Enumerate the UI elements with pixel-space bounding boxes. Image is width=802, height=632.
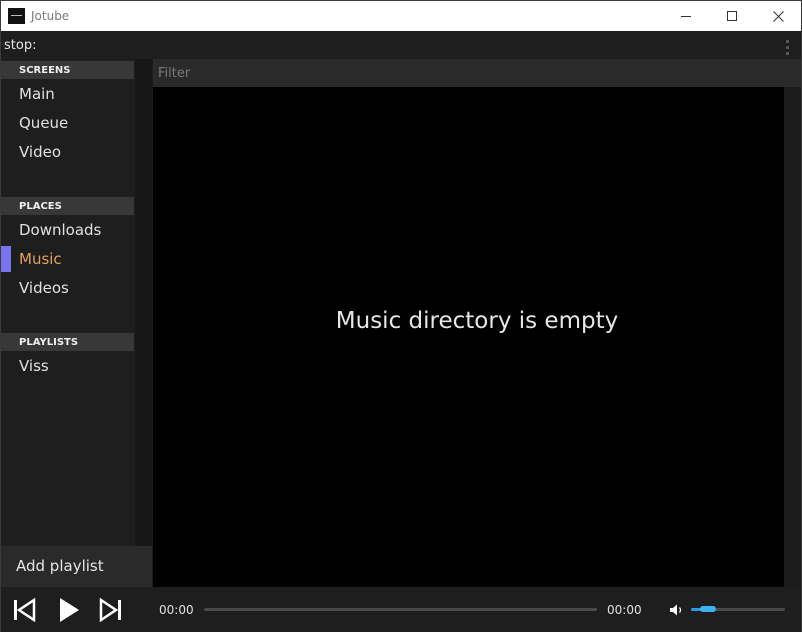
more-menu-icon[interactable] [786,40,790,56]
total-time: 00:00 [607,603,642,617]
current-time: 00:00 [159,603,194,617]
maximize-icon [727,11,737,21]
sidebar-item-label: Music [19,250,62,268]
sidebar-item-videos[interactable]: Videos [1,275,134,301]
filter-bar [153,59,801,87]
title-bar[interactable]: Jotube [1,1,801,31]
active-indicator [1,246,11,272]
skip-previous-icon [14,597,36,622]
app-window: Jotube stop: SCREENS Main Queue Video PL… [0,0,802,632]
minimize-icon [681,15,691,17]
sidebar-item-music[interactable]: Music [1,246,134,272]
empty-message: Music directory is empty [335,308,619,334]
close-button[interactable] [755,1,801,31]
status-bar: stop: [1,31,801,59]
app-logo-icon [8,8,25,24]
player-bar: 00:00 00:00 [1,587,801,632]
sidebar-item-downloads[interactable]: Downloads [1,217,134,243]
content-scrollbar[interactable] [784,87,801,587]
minimize-button[interactable] [663,1,709,31]
skip-next-icon [99,597,121,622]
sidebar-item-main[interactable]: Main [1,81,134,107]
next-button[interactable] [96,587,126,632]
close-icon [772,10,784,22]
previous-button[interactable] [9,587,39,632]
add-playlist-button[interactable]: Add playlist [1,546,152,587]
play-button[interactable] [54,587,84,632]
sidebar-item-queue[interactable]: Queue [1,110,134,136]
section-header-places: PLACES [1,197,134,215]
sidebar: SCREENS Main Queue Video PLACES Download… [1,59,152,587]
volume-slider[interactable] [691,606,785,612]
sidebar-scrollbar[interactable] [135,59,152,546]
maximize-button[interactable] [709,1,755,31]
section-header-playlists: PLAYLISTS [1,333,134,351]
play-icon [60,597,79,622]
sidebar-item-viss[interactable]: Viss [1,353,134,379]
filter-input[interactable] [153,59,783,87]
seek-slider[interactable] [204,608,597,611]
music-list-area: Music directory is empty [153,87,784,587]
volume-handle[interactable] [700,606,716,612]
status-text: stop: [4,38,37,53]
section-header-screens: SCREENS [1,61,134,79]
sidebar-item-video[interactable]: Video [1,139,134,165]
window-title: Jotube [31,9,70,23]
volume-button[interactable] [669,602,685,616]
volume-icon [670,604,682,616]
